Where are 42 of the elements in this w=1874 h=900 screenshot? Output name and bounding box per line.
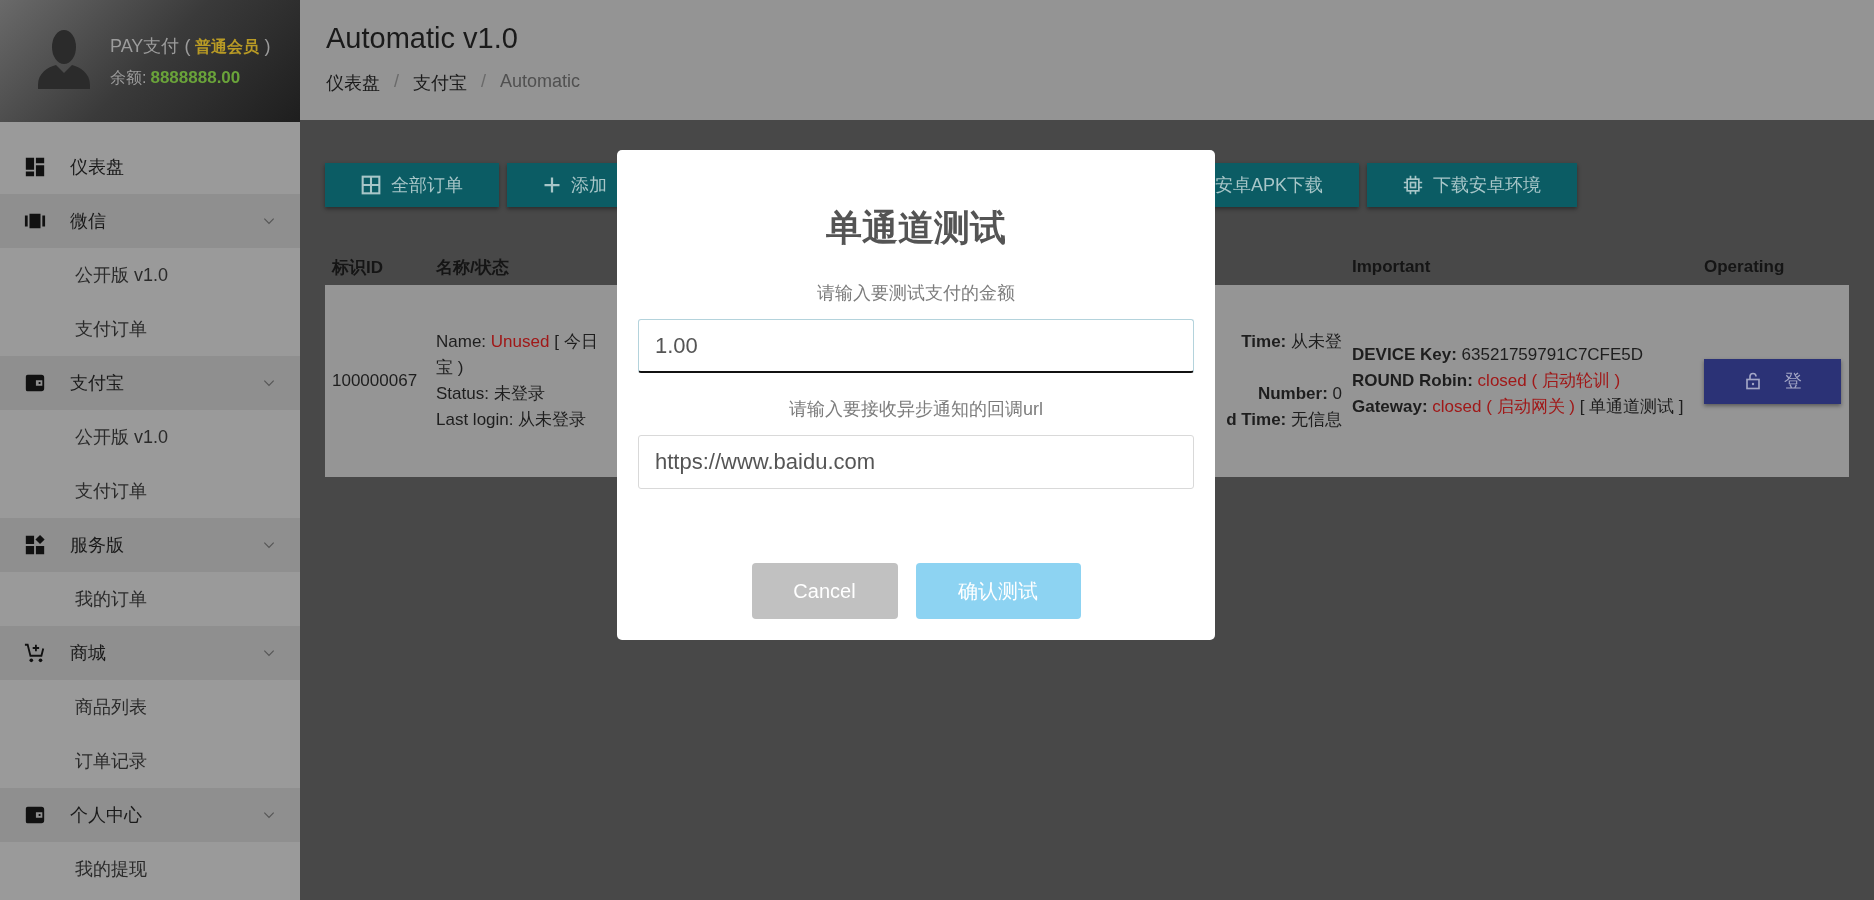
lock-icon xyxy=(1743,371,1762,391)
info-line: DEVICE Key: 63521759791C7CFE5D xyxy=(1352,344,1645,366)
info-line: Time: 从未登 xyxy=(1241,331,1342,353)
breadcrumb-separator: / xyxy=(394,71,399,93)
balance-label: 余额: xyxy=(110,67,147,88)
modal-title: 单通道测试 xyxy=(826,206,1006,250)
wallet-icon xyxy=(24,372,46,394)
table-cell-text: 100000067 xyxy=(331,370,419,392)
grid-icon xyxy=(361,175,381,195)
user-name: PAY支付 ( 普通会员 ) xyxy=(110,34,271,58)
breadcrumb-link[interactable]: Automatic xyxy=(500,71,581,95)
toolbar-button[interactable]: 全部订单 xyxy=(325,163,499,207)
breadcrumb-link[interactable]: 仪表盘 xyxy=(326,71,380,95)
breadcrumb-link[interactable]: 支付宝 xyxy=(413,71,467,95)
balance-value: 8888888.00 xyxy=(150,67,241,89)
status-line: Last login: 从未登录 xyxy=(436,409,588,431)
nav-item[interactable]: 个人中心 xyxy=(0,788,300,842)
nav-item[interactable]: 商城 xyxy=(0,626,300,680)
cart-add-icon xyxy=(24,642,46,664)
nav-item[interactable]: 微信 xyxy=(0,194,300,248)
status-line: 宝 ) xyxy=(436,357,465,379)
status-line: Status: 未登录 xyxy=(436,383,546,405)
login-button[interactable]: 登 xyxy=(1704,358,1841,404)
info-line: ROUND Robin: closed ( 启动轮训 ) xyxy=(1352,370,1622,392)
wallet-icon xyxy=(24,804,46,826)
nav-item[interactable]: 支付宝 xyxy=(0,356,300,410)
widgets-icon xyxy=(24,534,46,556)
info-line: Number: 0 xyxy=(1257,383,1342,405)
page-title: Automatic v1.0 xyxy=(326,22,519,55)
toolbar-button[interactable]: 下载安卓环境 xyxy=(1367,163,1578,207)
field-label: 请输入要测试支付的金额 xyxy=(817,282,1015,305)
chip-icon xyxy=(1403,175,1424,195)
plus-icon xyxy=(543,176,561,194)
status-line: Name: Unused [ 今日 xyxy=(436,331,599,353)
info-line: Gateway: closed ( 启动网关 ) [ 单通道测试 ] xyxy=(1352,396,1684,418)
field-label: 请输入要接收异步通知的回调url xyxy=(789,398,1043,421)
info-line: d Time: 无信息 xyxy=(1226,409,1342,431)
dashboard-icon xyxy=(24,156,46,178)
breadcrumb-separator: / xyxy=(481,71,487,93)
nav-item[interactable]: 服务版 xyxy=(0,518,300,572)
input-field[interactable]: https://www.baidu.com xyxy=(638,435,1194,489)
input-field[interactable]: 1.00 xyxy=(638,319,1194,373)
